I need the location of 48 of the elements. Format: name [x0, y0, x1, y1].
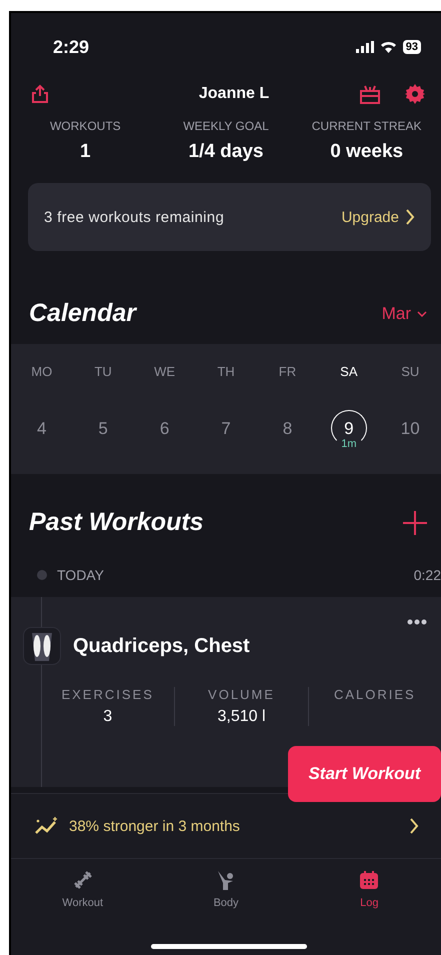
chevron-icon	[405, 209, 415, 225]
month-dropdown[interactable]: Mar	[382, 304, 427, 324]
stat-value: 0 weeks	[329, 141, 404, 163]
dumbbell-icon	[72, 869, 94, 891]
status-time: 2:29	[53, 36, 90, 58]
add-icon[interactable]	[403, 510, 427, 534]
chevron-down-icon	[417, 310, 427, 316]
muscle-icon	[23, 627, 61, 665]
sparkle-chart-icon	[35, 817, 59, 835]
upgrade-link[interactable]: Upgrade	[341, 208, 415, 226]
tab-bar-item[interactable]: Body	[154, 869, 298, 955]
user-name: Joanne L	[198, 85, 270, 103]
stat-value: 1	[79, 141, 92, 163]
share-icon[interactable]	[31, 84, 49, 104]
more-icon[interactable]	[407, 619, 427, 625]
stat-label: CALORIES	[332, 687, 417, 702]
calendar-day[interactable]: SA 9 1m	[318, 364, 380, 450]
insight-row[interactable]: 38% stronger in 3 months	[11, 793, 441, 859]
stat-value: 3	[102, 708, 114, 726]
calendar-icon	[358, 869, 380, 891]
duration: 0:22	[414, 567, 441, 583]
calendar-title: Calendar	[29, 299, 136, 328]
stat-value: 1/4 days	[187, 141, 264, 163]
calendar-day[interactable]: MO 4	[11, 364, 72, 438]
upgrade-text: 3 free workouts remaining	[44, 208, 224, 226]
settings-icon[interactable]	[405, 84, 425, 104]
timeline-dot	[37, 570, 47, 580]
stat-label: WORKOUTS	[48, 119, 122, 133]
gift-icon[interactable]	[359, 84, 381, 104]
wifi-icon	[380, 41, 397, 53]
stat-label: EXERCISES	[60, 687, 155, 702]
past-workouts-title: Past Workouts	[29, 508, 204, 537]
signal-icon	[356, 41, 374, 53]
stat-label: VOLUME	[207, 687, 276, 702]
day-label: TODAY	[57, 567, 104, 583]
calendar-day[interactable]: TU 5	[72, 364, 134, 438]
stat-value: 3,510 l	[216, 708, 267, 726]
stat-label: CURRENT STREAK	[310, 119, 423, 133]
chevron-icon	[409, 818, 419, 834]
start-workout-button[interactable]: Start Workout	[288, 746, 441, 802]
stat-label: WEEKLY GOAL	[182, 119, 270, 133]
calendar-day[interactable]: FR 8	[256, 364, 318, 438]
tab-bar-item[interactable]: Workout	[11, 869, 154, 955]
calendar-day[interactable]: WE 6	[134, 364, 196, 438]
calendar-day[interactable]: TH 7	[195, 364, 257, 438]
battery-level: 93	[402, 40, 421, 54]
workout-title: Quadriceps, Chest	[73, 634, 251, 658]
calendar-day[interactable]: SU 10	[380, 364, 441, 438]
